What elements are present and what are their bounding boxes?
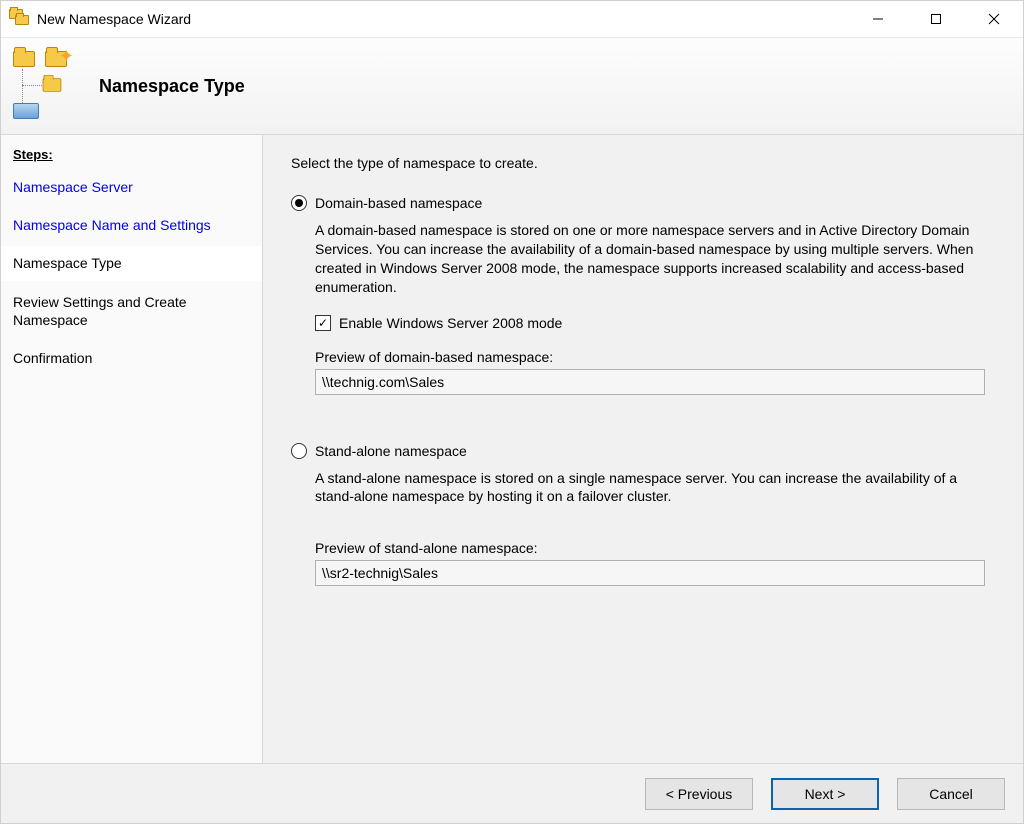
page-title: Namespace Type [99, 76, 245, 97]
step-review-settings[interactable]: Review Settings and Create Namespace [1, 285, 262, 337]
enable-2008-mode-label: Enable Windows Server 2008 mode [339, 315, 562, 331]
standalone-preview-label: Preview of stand-alone namespace: [315, 540, 995, 556]
steps-header: Steps: [1, 143, 262, 170]
standalone-label: Stand-alone namespace [315, 443, 467, 459]
domain-based-option[interactable]: Domain-based namespace [291, 195, 995, 211]
wizard-body: Steps: Namespace Server Namespace Name a… [1, 135, 1023, 763]
standalone-option[interactable]: Stand-alone namespace [291, 443, 995, 459]
step-namespace-name-settings[interactable]: Namespace Name and Settings [1, 208, 262, 242]
checkmark-icon: ✓ [315, 315, 331, 331]
domain-based-label: Domain-based namespace [315, 195, 482, 211]
wizard-banner: ✦ Namespace Type [1, 37, 1023, 135]
step-namespace-type[interactable]: Namespace Type [1, 246, 262, 280]
titlebar: New Namespace Wizard [1, 1, 1023, 37]
enable-2008-mode-checkbox[interactable]: ✓ Enable Windows Server 2008 mode [315, 315, 995, 331]
steps-sidebar: Steps: Namespace Server Namespace Name a… [1, 135, 263, 763]
step-confirmation[interactable]: Confirmation [1, 341, 262, 375]
cancel-button[interactable]: Cancel [897, 778, 1005, 810]
standalone-preview-field[interactable] [315, 560, 985, 586]
app-icon [9, 9, 29, 29]
window-title: New Namespace Wizard [37, 11, 849, 27]
domain-preview-field[interactable] [315, 369, 985, 395]
standalone-description: A stand-alone namespace is stored on a s… [315, 469, 985, 507]
minimize-button[interactable] [849, 1, 907, 37]
radio-standalone-icon [291, 443, 307, 459]
wizard-footer: < Previous Next > Cancel [1, 763, 1023, 823]
domain-based-description: A domain-based namespace is stored on on… [315, 221, 985, 297]
step-namespace-server[interactable]: Namespace Server [1, 170, 262, 204]
wizard-banner-icon: ✦ [11, 47, 81, 125]
wizard-window: New Namespace Wizard ✦ Namespace Type [0, 0, 1024, 824]
maximize-button[interactable] [907, 1, 965, 37]
intro-text: Select the type of namespace to create. [291, 155, 995, 171]
radio-domain-based-icon [291, 195, 307, 211]
previous-button[interactable]: < Previous [645, 778, 753, 810]
main-panel: Select the type of namespace to create. … [263, 135, 1023, 763]
window-controls [849, 1, 1023, 37]
next-button[interactable]: Next > [771, 778, 879, 810]
domain-preview-label: Preview of domain-based namespace: [315, 349, 995, 365]
close-button[interactable] [965, 1, 1023, 37]
